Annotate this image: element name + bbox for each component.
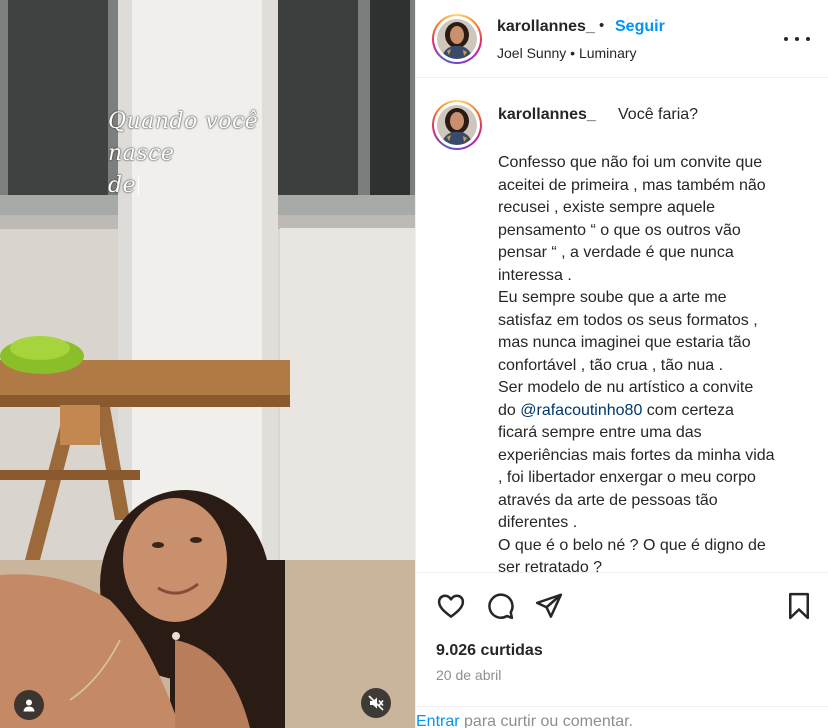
caption-line: através da arte de pessoas tão <box>498 491 718 509</box>
caption-line: pensamento “ o que os outros vão <box>498 221 741 239</box>
mention-suffix: com certeza <box>642 401 734 419</box>
caption-line: experiências mais fortes da minha vida <box>498 446 775 464</box>
text-caret <box>138 175 140 195</box>
caption-line: ser retratado ? <box>498 559 603 572</box>
caption-line: confortável , tão crua , tão nua . <box>498 356 724 374</box>
caption-line: ficará sempre entre uma das <box>498 424 702 441</box>
caption-username[interactable]: karollannes_ <box>498 106 596 124</box>
login-prompt: Entrar para curtir ou comentar. <box>416 706 828 728</box>
profile-photo <box>437 105 477 145</box>
login-link[interactable]: Entrar <box>416 713 460 728</box>
overlay-line-2-text: de <box>108 173 137 198</box>
caption-mention-line: do @rafacoutinho80 com certeza <box>498 400 808 423</box>
login-prompt-text: para curtir ou comentar. <box>459 713 633 728</box>
caption-line: aceitei de primeira , mas também não <box>498 176 766 194</box>
avatar[interactable] <box>432 14 482 64</box>
caption-line: pensar “ , a verdade é que nunca <box>498 244 734 261</box>
caption-line: mas nunca imaginei que estaria tão <box>498 334 751 351</box>
overlay-line-1: Quando você nasce <box>108 109 259 166</box>
save-button[interactable] <box>784 591 814 621</box>
action-bar <box>416 572 828 636</box>
mention-prefix: do <box>498 401 521 419</box>
caption-line: O que é o belo né ? O que é digno de <box>498 536 766 554</box>
caption-line: recusei , existe sempre aquele <box>498 199 715 216</box>
username[interactable]: karollannes_ <box>497 18 595 36</box>
post-date[interactable]: 20 de abril <box>436 667 501 683</box>
caption-section: karollannes_ Você faria? Confesso que nã… <box>416 79 828 572</box>
mention-link[interactable]: @rafacoutinho80 <box>520 402 642 419</box>
share-button[interactable] <box>534 591 564 621</box>
caption-line: Ser modelo de nu artístico a convite <box>498 379 754 396</box>
likes-count[interactable]: 9.026 curtidas <box>436 642 543 660</box>
caption-line: Eu sempre soube que a arte me <box>498 289 727 306</box>
video-overlay-text: Quando você nasce de <box>108 106 318 202</box>
comment-button[interactable] <box>485 591 515 621</box>
follow-button[interactable]: Seguir <box>615 18 665 36</box>
dot-separator: • <box>599 17 605 34</box>
like-button[interactable] <box>436 591 466 621</box>
caption-first-line: Você faria? <box>618 106 699 123</box>
caption-body: Confesso que não foi um convite que acei… <box>498 152 808 572</box>
post-media[interactable]: Quando você nasce de <box>0 0 415 728</box>
audio-attribution[interactable]: Joel Sunny • Luminary <box>497 45 637 61</box>
caption-line: diferentes . <box>498 514 578 531</box>
caption-avatar[interactable] <box>432 100 482 150</box>
heart-icon <box>437 594 465 618</box>
comment-icon <box>488 593 514 620</box>
speaker-muted-icon <box>368 695 384 711</box>
profile-photo <box>437 19 477 59</box>
person-tag-icon <box>23 699 35 712</box>
caption-line: , foi libertador enxergar o meu corpo <box>498 469 756 486</box>
overlay-line-2: de <box>108 170 318 202</box>
more-options-button[interactable] <box>784 30 810 48</box>
caption-line: Confesso que não foi um convite que <box>498 154 763 171</box>
bookmark-icon <box>789 592 809 620</box>
post-side-panel: karollannes_ • Seguir Joel Sunny • Lumin… <box>415 0 828 728</box>
send-icon <box>535 593 563 618</box>
more-dots-icon <box>784 37 810 41</box>
mute-toggle-button[interactable] <box>361 688 391 718</box>
tagged-people-button[interactable] <box>14 690 44 720</box>
caption-line: satisfaz em todos os seus formatos , <box>498 311 758 329</box>
caption-line: interessa . <box>498 266 572 284</box>
post-header: karollannes_ • Seguir Joel Sunny • Lumin… <box>416 0 828 78</box>
